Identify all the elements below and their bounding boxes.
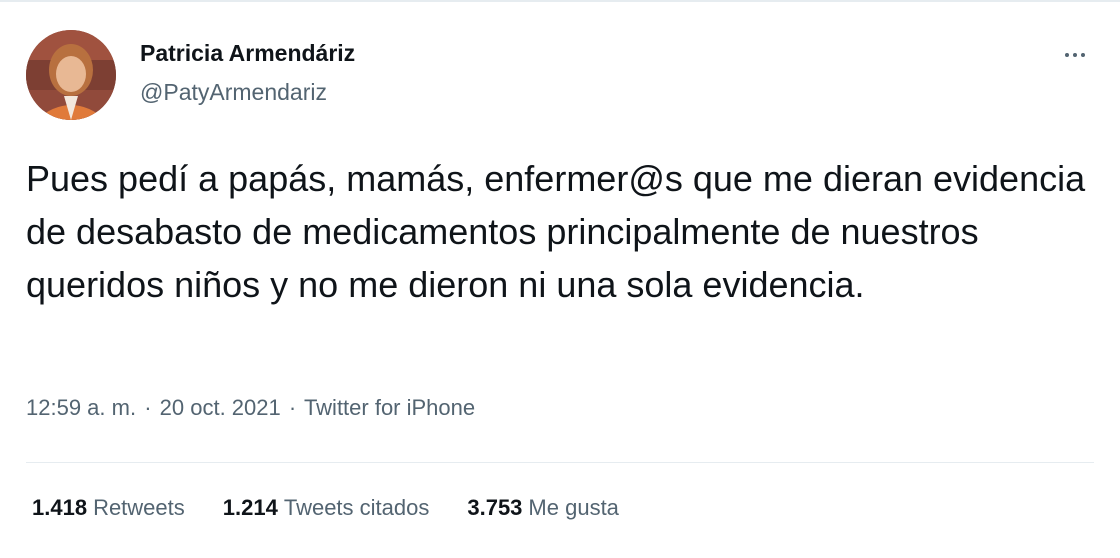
tweet-time[interactable]: 12:59 a. m. xyxy=(26,395,136,420)
tweet-date[interactable]: 20 oct. 2021 xyxy=(160,395,281,420)
tweet-source[interactable]: Twitter for iPhone xyxy=(304,395,475,420)
quote-tweets-label: Tweets citados xyxy=(283,495,430,520)
likes-stat[interactable]: 3.753 Me gusta xyxy=(467,495,619,521)
tweet-text: Pues pedí a papás, mamás, enfermer@s que… xyxy=(26,158,1086,305)
avatar-image xyxy=(26,30,116,120)
meta-separator: · xyxy=(288,395,297,420)
quote-tweets-stat[interactable]: 1.214 Tweets citados xyxy=(223,495,430,521)
likes-count: 3.753 xyxy=(467,495,523,520)
display-name[interactable]: Patricia Armendáriz xyxy=(140,40,355,67)
retweets-stat[interactable]: 1.418 Retweets xyxy=(32,495,185,521)
retweets-count: 1.418 xyxy=(32,495,88,520)
divider xyxy=(26,462,1094,463)
user-handle[interactable]: @PatyArmendariz xyxy=(140,79,327,106)
tweet-card: Patricia Armendáriz @PatyArmendariz Pues… xyxy=(0,0,1120,558)
more-options-button[interactable] xyxy=(1055,44,1095,66)
more-horizontal-icon xyxy=(1065,53,1069,57)
more-horizontal-icon-dot xyxy=(1081,53,1085,57)
retweets-label: Retweets xyxy=(93,495,185,520)
quote-tweets-count: 1.214 xyxy=(222,495,278,520)
tweet-meta: 12:59 a. m. · 20 oct. 2021 · Twitter for… xyxy=(26,395,475,421)
avatar[interactable] xyxy=(26,30,116,120)
meta-separator: · xyxy=(144,395,152,420)
more-horizontal-icon-dot xyxy=(1073,53,1077,57)
tweet-stats: 1.418 Retweets 1.214 Tweets citados 3.753 M… xyxy=(32,495,657,521)
likes-label: Me gusta xyxy=(528,495,619,520)
